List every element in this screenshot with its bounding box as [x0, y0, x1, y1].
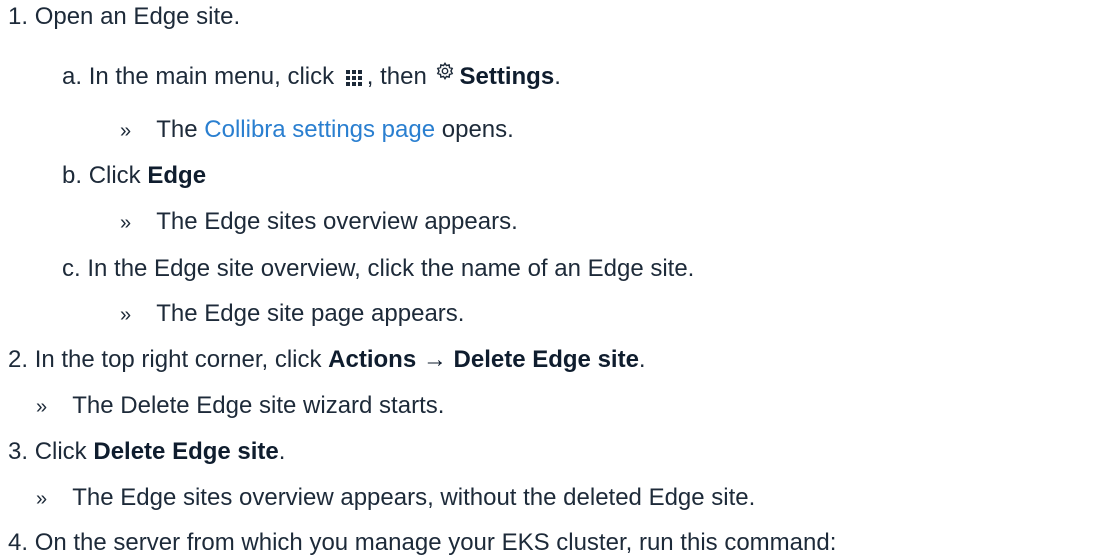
- substep-b: b. Click Edge: [62, 162, 207, 189]
- actions-delete-label: Actions → Delete Edge site: [328, 346, 639, 373]
- substep-text-mid: , then: [366, 63, 434, 90]
- settings-label: Settings: [459, 63, 555, 90]
- substep-text: In the main menu, click: [88, 63, 341, 90]
- result-site-page: » The Edge site page appears.: [120, 299, 464, 329]
- step-3: 3. Click Delete Edge site.: [8, 438, 286, 465]
- substep-a: a. In the main menu, click , then Settin…: [62, 61, 561, 90]
- result-edge-overview: » The Edge sites overview appears.: [120, 207, 518, 237]
- result-marker: »: [120, 120, 132, 142]
- result-settings-page: » The Collibra settings page opens.: [120, 115, 514, 145]
- result-wizard: » The Delete Edge site wizard starts.: [36, 391, 444, 421]
- step-4: 4. On the server from which you manage y…: [8, 529, 837, 556]
- step-number: 2.: [8, 346, 29, 373]
- result-marker: »: [36, 488, 48, 510]
- collibra-settings-link[interactable]: Collibra settings page: [204, 116, 435, 143]
- step-number: 1.: [8, 3, 29, 30]
- step-number: 4.: [8, 529, 29, 556]
- step-1: 1. Open an Edge site.: [8, 2, 240, 32]
- result-marker: »: [120, 304, 132, 326]
- result-deleted: » The Edge sites overview appears, witho…: [36, 483, 755, 513]
- result-marker: »: [36, 396, 48, 418]
- result-marker: »: [120, 212, 132, 234]
- substep-letter: a.: [62, 63, 83, 90]
- step-2: 2. In the top right corner, click Action…: [8, 346, 646, 373]
- delete-edge-site-label: Delete Edge site: [93, 438, 279, 465]
- substep-letter: c.: [62, 255, 81, 282]
- step-number: 3.: [8, 438, 29, 465]
- edge-label: Edge: [147, 162, 207, 189]
- substep-letter: b.: [62, 162, 83, 189]
- gear-icon: [436, 61, 456, 82]
- substep-c: c. In the Edge site overview, click the …: [62, 255, 695, 282]
- grid-menu-icon: [344, 68, 364, 88]
- step-text: Open an Edge site.: [34, 3, 241, 30]
